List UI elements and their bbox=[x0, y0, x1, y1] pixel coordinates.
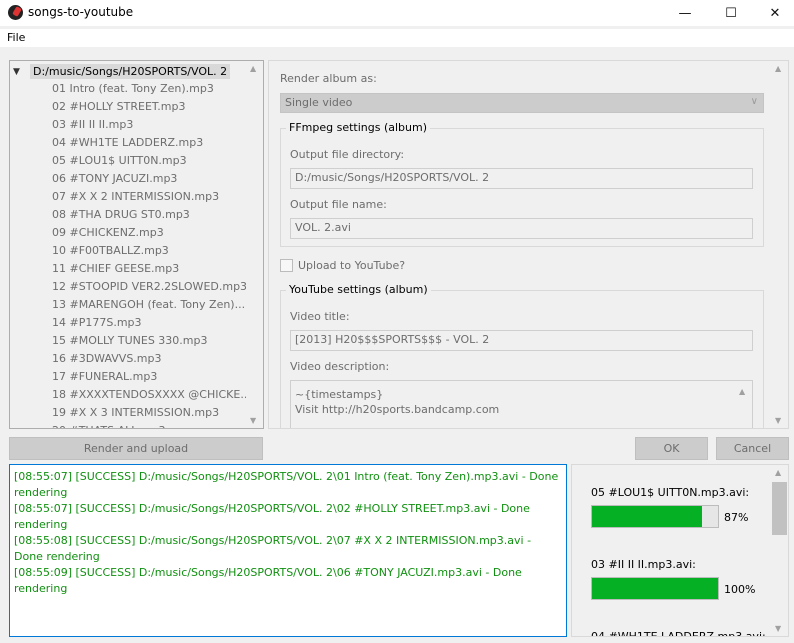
video-title-label: Video title: bbox=[290, 310, 350, 323]
scroll-thumb[interactable] bbox=[772, 482, 787, 535]
render-as-select[interactable]: Single video ∨ bbox=[280, 93, 764, 113]
menu-file[interactable]: File bbox=[7, 31, 25, 44]
log-line: [08:55:07] [SUCCESS] D:/music/Songs/H20S… bbox=[14, 470, 559, 499]
output-name-label: Output file name: bbox=[290, 198, 387, 211]
scroll-up-icon[interactable]: ▲ bbox=[250, 64, 256, 73]
maximize-button[interactable]: ☐ bbox=[708, 0, 754, 26]
minimize-button[interactable]: — bbox=[662, 0, 708, 26]
video-desc-line: ~{timestamps} bbox=[295, 388, 384, 401]
progress-bar bbox=[591, 505, 719, 528]
output-dir-field[interactable]: D:/music/Songs/H20SPORTS/VOL. 2 bbox=[290, 168, 753, 189]
tree-item[interactable]: 19 #X X 3 INTERMISSION.mp3 bbox=[52, 404, 252, 422]
tree-item[interactable]: 10 #F00TBALLZ.mp3 bbox=[52, 242, 252, 260]
ok-button[interactable]: OK bbox=[635, 437, 708, 460]
tree-item[interactable]: 01 Intro (feat. Tony Zen).mp3 bbox=[52, 80, 252, 98]
output-dir-label: Output file directory: bbox=[290, 148, 405, 161]
tree-item[interactable]: 16 #3DWAVVS.mp3 bbox=[52, 350, 252, 368]
ffmpeg-group-title: FFmpeg settings (album) bbox=[286, 121, 431, 134]
log-line: [08:55:09] [SUCCESS] D:/music/Songs/H20S… bbox=[14, 566, 522, 595]
tree-item[interactable]: 02 #HOLLY STREET.mp3 bbox=[52, 98, 252, 116]
scroll-up-icon[interactable]: ▲ bbox=[775, 468, 781, 477]
tree-item[interactable]: 06 #TONY JACUZI.mp3 bbox=[52, 170, 252, 188]
ffmpeg-settings-group: FFmpeg settings (album) Output file dire… bbox=[280, 121, 764, 247]
video-desc-label: Video description: bbox=[290, 360, 390, 373]
upload-youtube-checkbox[interactable] bbox=[280, 259, 293, 272]
progress-percent: 100% bbox=[724, 583, 756, 596]
youtube-group-title: YouTube settings (album) bbox=[286, 283, 431, 296]
render-as-value: Single video bbox=[285, 96, 353, 109]
chevron-down-icon: ∨ bbox=[750, 96, 758, 107]
video-title-field[interactable]: [2013] H20$$$SPORTS$$$ - VOL. 2 bbox=[290, 330, 753, 351]
progress-fill bbox=[592, 578, 718, 599]
output-name-field[interactable]: VOL. 2.avi bbox=[290, 218, 753, 239]
tree-root-album[interactable]: ▼ D:/music/Songs/H20SPORTS/VOL. 2 bbox=[13, 63, 231, 80]
log-line: [08:55:08] [SUCCESS] D:/music/Songs/H20S… bbox=[14, 534, 532, 563]
menu-bar: File bbox=[0, 29, 794, 47]
upload-youtube-label: Upload to YouTube? bbox=[298, 259, 406, 272]
render-as-label: Render album as: bbox=[280, 72, 377, 85]
scroll-down-icon[interactable]: ▼ bbox=[775, 624, 781, 633]
progress-label: 04 #WH1TE LADDERZ.mp3.avi: bbox=[591, 630, 766, 637]
cancel-button[interactable]: Cancel bbox=[716, 437, 789, 460]
log-line: [08:55:07] [SUCCESS] D:/music/Songs/H20S… bbox=[14, 502, 530, 531]
video-desc-field[interactable]: ~{timestamps} Visit http://h20sports.ban… bbox=[290, 380, 753, 428]
settings-scrollbar[interactable]: ▲ ▼ bbox=[771, 61, 788, 428]
progress-panel: 05 #LOU1$ UITT0N.mp3.avi: 87% 03 #II II II… bbox=[571, 464, 789, 637]
tree-scrollbar[interactable]: ▲ ▼ bbox=[246, 61, 263, 428]
tree-item[interactable]: 09 #CHICKENZ.mp3 bbox=[52, 224, 252, 242]
tree-item[interactable]: 18 #XXXXTENDOSXXXX @CHICKE... bbox=[52, 386, 252, 404]
render-upload-button[interactable]: Render and upload bbox=[9, 437, 263, 460]
settings-panel: Render album as: Single video ∨ FFmpeg s… bbox=[268, 60, 789, 429]
tree-item[interactable]: 20 #THATS ALL.mp3 bbox=[52, 422, 252, 428]
tree-item[interactable]: 04 #WH1TE LADDERZ.mp3 bbox=[52, 134, 252, 152]
tree-item[interactable]: 03 #II II II.mp3 bbox=[52, 116, 252, 134]
tree-item[interactable]: 14 #P177S.mp3 bbox=[52, 314, 252, 332]
progress-label: 03 #II II II.mp3.avi: bbox=[591, 558, 696, 571]
tree-item[interactable]: 15 #MOLLY TUNES 330.mp3 bbox=[52, 332, 252, 350]
desc-scrollbar[interactable]: ▲ bbox=[735, 381, 752, 428]
close-button[interactable]: ✕ bbox=[752, 0, 794, 26]
progress-label: 05 #LOU1$ UITT0N.mp3.avi: bbox=[591, 486, 750, 499]
tree-item[interactable]: 17 #FUNERAL.mp3 bbox=[52, 368, 252, 386]
progress-percent: 87% bbox=[724, 511, 749, 524]
scroll-up-icon[interactable]: ▲ bbox=[775, 64, 781, 73]
scroll-up-icon[interactable]: ▲ bbox=[739, 384, 745, 399]
tree-item[interactable]: 05 #LOU1$ UITT0N.mp3 bbox=[52, 152, 252, 170]
log-output[interactable]: [08:55:07] [SUCCESS] D:/music/Songs/H20S… bbox=[9, 464, 567, 637]
progress-fill bbox=[592, 506, 702, 527]
scroll-down-icon[interactable]: ▼ bbox=[250, 416, 256, 425]
tree-item[interactable]: 08 #THA DRUG ST0.mp3 bbox=[52, 206, 252, 224]
song-tree[interactable]: ▼ D:/music/Songs/H20SPORTS/VOL. 2 01 Int… bbox=[9, 60, 264, 429]
tree-item[interactable]: 12 #STOOPID VER2.2SLOWED.mp3 bbox=[52, 278, 252, 296]
title-bar: songs-to-youtube — ☐ ✕ bbox=[0, 0, 794, 26]
tree-item[interactable]: 07 #X X 2 INTERMISSION.mp3 bbox=[52, 188, 252, 206]
scroll-down-icon[interactable]: ▼ bbox=[775, 416, 781, 425]
video-desc-line: Visit http://h20sports.bandcamp.com bbox=[295, 403, 500, 416]
chevron-down-icon[interactable]: ▼ bbox=[13, 67, 25, 77]
tree-item[interactable]: 11 #CHIEF GEESE.mp3 bbox=[52, 260, 252, 278]
window-title: songs-to-youtube bbox=[28, 5, 134, 19]
tree-item[interactable]: 13 #MARENGOH (feat. Tony Zen).... bbox=[52, 296, 252, 314]
app-icon bbox=[8, 5, 23, 20]
youtube-settings-group: YouTube settings (album) Video title: [2… bbox=[280, 283, 764, 428]
progress-bar bbox=[591, 577, 719, 600]
tree-root-label: D:/music/Songs/H20SPORTS/VOL. 2 bbox=[30, 64, 231, 79]
progress-scrollbar[interactable]: ▲ ▼ bbox=[771, 465, 788, 636]
